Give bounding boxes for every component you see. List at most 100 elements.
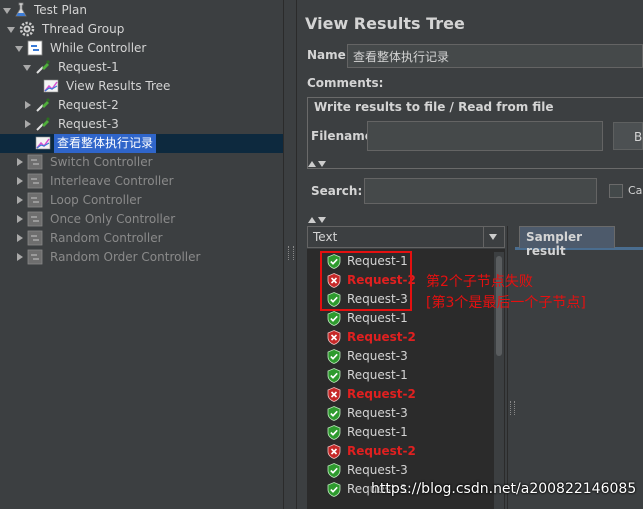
watermark: https://blog.csdn.net/a200822146085 bbox=[371, 481, 637, 497]
test-plan-tree: Test Plan Thread Group While Controller … bbox=[0, 0, 283, 509]
renderer-value: Text bbox=[313, 230, 338, 244]
expand-arrow-icon[interactable] bbox=[3, 8, 11, 14]
test-plan-icon bbox=[15, 2, 27, 17]
error-shield-icon bbox=[327, 444, 341, 459]
search-input[interactable] bbox=[364, 178, 597, 204]
annotation-line-2: [第3个是最后一个子节点] bbox=[426, 295, 586, 311]
pipette-icon bbox=[36, 117, 50, 131]
result-label: Request-2 bbox=[347, 387, 416, 401]
filename-input[interactable] bbox=[367, 121, 603, 151]
expand-arrow-icon[interactable] bbox=[17, 234, 23, 242]
pipette-icon bbox=[36, 98, 50, 112]
success-shield-icon bbox=[327, 311, 341, 326]
controller-icon bbox=[27, 173, 43, 189]
tree-item-once-only-controller[interactable]: Once Only Controller bbox=[0, 210, 283, 229]
controller-icon bbox=[27, 249, 43, 265]
tree-item-loop-controller[interactable]: Loop Controller bbox=[0, 191, 283, 210]
result-label: Request-1 bbox=[347, 368, 408, 382]
tree-item-label: Request-1 bbox=[58, 60, 119, 74]
expand-arrow-icon[interactable] bbox=[25, 120, 31, 128]
tree-item-label: Switch Controller bbox=[50, 155, 153, 169]
expand-arrow-icon[interactable] bbox=[23, 65, 31, 71]
write-results-title: Write results to file / Read from file bbox=[311, 100, 557, 114]
controller-icon bbox=[27, 211, 43, 227]
tab-sampler-result[interactable]: Sampler result bbox=[519, 226, 615, 258]
expand-arrow-icon[interactable] bbox=[17, 215, 23, 223]
split-pane-divider[interactable] bbox=[283, 0, 297, 509]
controller-icon bbox=[27, 192, 43, 208]
expand-arrow-icon[interactable] bbox=[15, 46, 23, 52]
tree-item-label: Random Order Controller bbox=[50, 250, 201, 264]
filename-label: Filename bbox=[311, 129, 373, 143]
chevron-down-icon bbox=[489, 234, 497, 240]
expand-arrow-icon[interactable] bbox=[17, 196, 23, 204]
tree-item-label: Request-2 bbox=[58, 98, 119, 112]
tree-item-request-3[interactable]: Request-3 bbox=[0, 115, 283, 134]
tree-item-request-1[interactable]: Request-1 bbox=[0, 58, 283, 77]
tree-item-switch-controller[interactable]: Switch Controller bbox=[0, 153, 283, 172]
browse-button[interactable]: Brow bbox=[613, 122, 643, 150]
controller-icon bbox=[27, 40, 43, 56]
annotation-line-1: 第2个子节点失败 bbox=[426, 274, 533, 290]
comments-label: Comments: bbox=[307, 76, 384, 90]
collapse-toggle[interactable] bbox=[308, 156, 332, 167]
tree-item-while-controller[interactable]: While Controller bbox=[0, 39, 283, 58]
gear-icon bbox=[19, 21, 35, 37]
search-label: Search: bbox=[311, 184, 363, 198]
controller-icon bbox=[27, 230, 43, 246]
name-label: Name: bbox=[307, 48, 351, 62]
tree-item-label: While Controller bbox=[50, 41, 147, 55]
tree-item-label: Request-3 bbox=[58, 117, 119, 131]
panel-title: View Results Tree bbox=[305, 14, 465, 33]
case-sensitive-checkbox[interactable] bbox=[609, 184, 623, 198]
result-label: Request-3 bbox=[347, 406, 408, 420]
success-shield-icon bbox=[327, 349, 341, 364]
sampler-result-body bbox=[515, 250, 643, 509]
pipette-icon bbox=[36, 60, 50, 74]
result-label: Request-3 bbox=[347, 349, 408, 363]
annotation-box bbox=[320, 251, 412, 311]
tree-item-random-order-controller[interactable]: Random Order Controller bbox=[0, 248, 283, 267]
expand-arrow-icon[interactable] bbox=[17, 253, 23, 261]
collapse-toggle[interactable] bbox=[308, 212, 332, 223]
tree-item-label: 查看整体执行记录 bbox=[54, 134, 157, 153]
result-label: Request-2 bbox=[347, 330, 416, 344]
result-label: Request-1 bbox=[347, 425, 408, 439]
success-shield-icon bbox=[327, 368, 341, 383]
success-shield-icon bbox=[327, 482, 341, 497]
graph-icon bbox=[35, 136, 51, 150]
tree-item-label: View Results Tree bbox=[66, 79, 171, 93]
tree-item-view-results-tree[interactable]: View Results Tree bbox=[0, 77, 283, 96]
collapse-up-icon[interactable] bbox=[308, 161, 316, 167]
dropdown-button[interactable] bbox=[483, 227, 504, 247]
tree-item-test-plan[interactable]: Test Plan bbox=[0, 1, 283, 20]
divider-grip[interactable] bbox=[288, 246, 294, 260]
result-label: Request-3 bbox=[347, 463, 408, 477]
tree-item-label: Random Controller bbox=[50, 231, 163, 245]
tree-item-label: Once Only Controller bbox=[50, 212, 176, 226]
error-shield-icon bbox=[327, 330, 341, 345]
error-shield-icon bbox=[327, 387, 341, 402]
tree-item-label: Test Plan bbox=[34, 3, 87, 17]
success-shield-icon bbox=[327, 463, 341, 478]
tree-item-thread-group[interactable]: Thread Group bbox=[0, 20, 283, 39]
tree-item-selected-results[interactable]: 查看整体执行记录 bbox=[0, 134, 283, 153]
expand-arrow-icon[interactable] bbox=[17, 177, 23, 185]
expand-arrow-icon[interactable] bbox=[7, 27, 15, 33]
expand-arrow-icon[interactable] bbox=[25, 101, 31, 109]
renderer-select[interactable]: Text bbox=[307, 226, 505, 248]
tree-item-label: Thread Group bbox=[42, 22, 125, 36]
graph-icon bbox=[43, 79, 59, 93]
expand-down-icon[interactable] bbox=[318, 217, 326, 223]
tree-item-interleave-controller[interactable]: Interleave Controller bbox=[0, 172, 283, 191]
expand-down-icon[interactable] bbox=[318, 161, 326, 167]
result-label: Request-2 bbox=[347, 444, 416, 458]
name-field[interactable]: 查看整体执行记录 bbox=[347, 44, 643, 68]
tree-item-request-2[interactable]: Request-2 bbox=[0, 96, 283, 115]
case-sensitive-label: Cas bbox=[628, 184, 643, 197]
tree-item-label: Loop Controller bbox=[50, 193, 142, 207]
tree-item-random-controller[interactable]: Random Controller bbox=[0, 229, 283, 248]
collapse-up-icon[interactable] bbox=[308, 217, 316, 223]
expand-arrow-icon[interactable] bbox=[17, 158, 23, 166]
result-label: Request-1 bbox=[347, 311, 408, 325]
